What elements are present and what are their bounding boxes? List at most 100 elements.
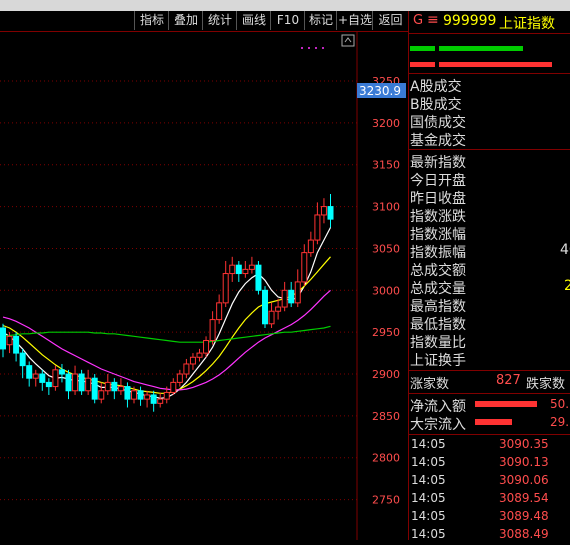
candle	[65, 369, 72, 400]
block-inflow-label: 大宗流入	[410, 417, 466, 433]
index-amplitude-label: 指数振幅	[410, 245, 466, 261]
candle	[242, 260, 249, 278]
y-tick-label: 3000	[372, 284, 400, 297]
y-tick-label: 2850	[372, 410, 400, 423]
fund-turnover-label: 基金成交	[410, 133, 466, 149]
candle	[268, 302, 275, 328]
candle	[294, 269, 301, 308]
y-tick-label: 2900	[372, 368, 400, 381]
candle	[111, 378, 118, 400]
y-tick-label: 2800	[372, 452, 400, 465]
candle	[301, 244, 308, 287]
quote-panel: G ≡ 999999 上证指数 A股成交 B股成交 国债成交 基金成交 最新指数…	[408, 11, 570, 541]
indicator-button[interactable]: 指标	[134, 11, 169, 30]
candle	[157, 392, 164, 408]
y-tick-label: 3150	[372, 159, 400, 172]
ma-line-2	[2, 256, 331, 394]
back-button[interactable]: 返回	[372, 11, 408, 30]
tick-row: 14:05 3089.54	[411, 491, 549, 505]
candle	[275, 298, 282, 320]
tick-row: 14:05 3088.49	[411, 527, 549, 541]
tick-row: 14:05 3089.48	[411, 509, 549, 523]
bond-turnover-label: 国债成交	[410, 115, 466, 131]
breadth-bar-red-1	[410, 62, 435, 67]
candle	[13, 332, 20, 362]
total-amount-label: 总成交额	[410, 263, 466, 279]
net-inflow-label: 净流入额	[410, 399, 466, 415]
candle	[150, 390, 157, 412]
today-open-label: 今日开盘	[410, 173, 466, 189]
candle	[235, 260, 242, 282]
y-tick-label: 2950	[372, 326, 400, 339]
statistics-button[interactable]: 统计	[202, 11, 237, 30]
index-pct-label: 指数涨幅	[410, 227, 466, 243]
index-change-label: 指数涨跌	[410, 209, 466, 225]
block-inflow-bar	[475, 419, 512, 425]
total-volume-value: 2	[564, 278, 570, 294]
breadth-bar-green-2	[439, 46, 523, 51]
mark-button[interactable]: 标记	[304, 11, 337, 30]
candle	[327, 194, 334, 228]
candle	[39, 369, 46, 391]
candle	[170, 378, 177, 395]
candle	[58, 363, 65, 383]
candle	[45, 378, 52, 395]
chart-grid	[0, 32, 358, 540]
add-watchlist-button[interactable]: +自选	[336, 11, 373, 30]
candle	[196, 348, 203, 362]
candle	[262, 286, 268, 328]
dotted-marker-icon	[301, 47, 324, 49]
moving-average-lines	[2, 227, 332, 399]
ma-line-1	[2, 227, 332, 399]
candle	[229, 256, 236, 282]
net-inflow-value: 50.	[550, 397, 570, 411]
candle	[222, 260, 229, 308]
candle	[32, 369, 39, 387]
chart-toolbar: 指标 叠加 统计 画线 F10 标记 +自选 返回	[0, 11, 408, 32]
index-amplitude-value: 40	[560, 242, 570, 258]
candle	[144, 390, 151, 408]
candle	[216, 294, 223, 324]
menu-icon[interactable]: ≡	[427, 12, 439, 28]
candle	[314, 202, 321, 245]
overlay-button[interactable]: 叠加	[168, 11, 203, 30]
candle	[78, 369, 85, 395]
candle	[183, 358, 190, 379]
current-price-label: 3230.9	[359, 84, 401, 98]
b-share-turnover-label: B股成交	[410, 97, 462, 113]
candle	[307, 231, 314, 257]
candle	[320, 198, 327, 224]
candlesticks	[0, 194, 334, 412]
prev-close-label: 昨日收盘	[410, 191, 466, 207]
candle	[52, 365, 59, 391]
title-bar	[0, 0, 570, 11]
price-axis: 3250320031503100305030002950290028502800…	[372, 75, 400, 507]
candle	[117, 378, 124, 395]
candle	[255, 260, 262, 295]
y-tick-label: 3100	[372, 201, 400, 214]
candle	[72, 365, 79, 395]
turnover-rate-label: 上证换手	[410, 353, 466, 369]
a-share-turnover-label: A股成交	[410, 79, 462, 95]
tick-row: 14:05 3090.13	[411, 455, 549, 469]
f10-button[interactable]: F10	[270, 11, 305, 30]
candle	[0, 323, 6, 358]
kline-chart[interactable]: 3250320031503100305030002950290028502800…	[0, 32, 408, 540]
candle	[137, 386, 144, 406]
g-icon[interactable]: G	[413, 13, 423, 28]
block-inflow-value: 29.	[550, 415, 570, 429]
y-tick-label: 3200	[372, 117, 400, 130]
candle	[288, 281, 295, 308]
draw-line-button[interactable]: 画线	[236, 11, 271, 30]
candle	[104, 374, 111, 395]
tick-row: 14:05 3090.06	[411, 473, 549, 487]
up-count-label: 涨家数	[410, 377, 450, 392]
collapse-icon[interactable]	[341, 34, 355, 47]
net-inflow-bar	[475, 401, 537, 407]
y-tick-label: 3050	[372, 242, 400, 255]
stock-name: 上证指数	[499, 16, 555, 32]
candle	[209, 311, 216, 345]
current-price-tag: 3230.9	[357, 83, 406, 98]
stock-code: 999999	[443, 13, 497, 29]
tick-row: 14:05 3090.35	[411, 437, 549, 451]
